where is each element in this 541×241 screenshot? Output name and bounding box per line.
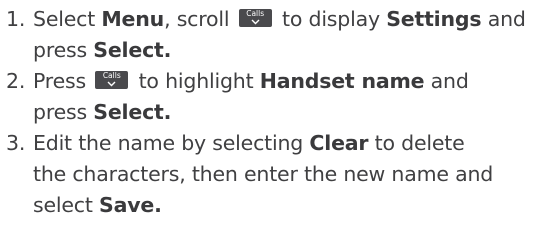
step-2: 2. Press Calls to highlight Handset name… <box>6 66 536 128</box>
select-term: Select. <box>93 100 172 124</box>
step-text: the characters, then enter the new name … <box>33 162 494 186</box>
handset-name-term: Handset name <box>259 69 425 93</box>
step-text: and <box>424 69 469 93</box>
instruction-list: 1. Select Menu, scroll Calls to display … <box>6 4 536 221</box>
step-text: Press <box>33 69 93 93</box>
step-line: the characters, then enter the new name … <box>33 159 536 190</box>
step-text: to delete <box>368 131 465 155</box>
settings-term: Settings <box>386 7 482 31</box>
calls-key-icon: Calls <box>95 71 129 89</box>
step-number: 3. <box>6 131 26 155</box>
step-1: 1. Select Menu, scroll Calls to display … <box>6 4 536 66</box>
step-text: to display <box>275 7 387 31</box>
menu-term: Menu <box>101 7 165 31</box>
select-term: Select. <box>93 38 172 62</box>
step-line: select Save. <box>33 190 536 221</box>
step-text: to highlight <box>132 69 260 93</box>
step-text: press <box>33 38 94 62</box>
step-line: Edit the name by selecting Clear to dele… <box>33 128 536 159</box>
step-line: Select Menu, scroll Calls to display Set… <box>33 4 536 35</box>
step-text: select <box>33 193 100 217</box>
step-text: Select <box>33 7 102 31</box>
step-line: Press Calls to highlight Handset name an… <box>33 66 536 97</box>
step-line: press Select. <box>33 35 536 66</box>
calls-key-label: Calls <box>102 71 121 80</box>
chevron-down-icon <box>251 19 260 25</box>
step-text: , scroll <box>164 7 236 31</box>
step-3: 3. Edit the name by selecting Clear to d… <box>6 128 536 221</box>
step-number: 2. <box>6 69 26 93</box>
step-line: press Select. <box>33 97 536 128</box>
chevron-down-icon <box>107 81 116 87</box>
calls-key-label: Calls <box>246 9 265 18</box>
clear-term: Clear <box>309 131 369 155</box>
step-text: and <box>481 7 526 31</box>
save-term: Save. <box>99 193 162 217</box>
calls-key-icon: Calls <box>238 9 272 27</box>
step-text: Edit the name by selecting <box>33 131 310 155</box>
step-number: 1. <box>6 7 26 31</box>
step-text: press <box>33 100 94 124</box>
